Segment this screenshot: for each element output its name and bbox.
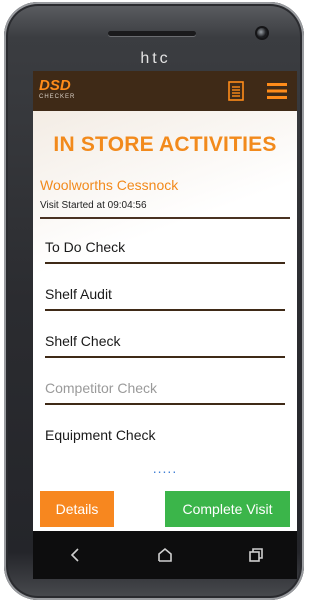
front-camera	[257, 28, 267, 38]
content-area: IN STORE ACTIVITIES Woolworths Cessnock …	[33, 111, 297, 491]
activity-label: To Do Check	[45, 239, 126, 255]
more-items-indicator: .....	[152, 460, 178, 476]
complete-visit-button[interactable]: Complete Visit	[165, 491, 290, 527]
logo-sub-text: CHECKER	[39, 94, 76, 100]
activity-label: Shelf Audit	[45, 286, 112, 302]
activity-to-do-check[interactable]: To Do Check	[45, 219, 285, 264]
activity-label: Shelf Check	[45, 333, 121, 349]
activity-label: Equipment Check	[45, 427, 156, 443]
activity-equipment-check[interactable]: Equipment Check	[45, 407, 285, 452]
activity-shelf-check[interactable]: Shelf Check	[45, 313, 285, 358]
page-title: IN STORE ACTIVITIES	[53, 133, 277, 156]
details-button[interactable]: Details	[40, 491, 114, 527]
app-bar: DSD CHECKER	[33, 71, 297, 111]
visit-start-time: Visit Started at 09:04:56	[40, 200, 147, 211]
action-bar: Details Complete Visit	[33, 491, 297, 531]
home-icon[interactable]	[153, 543, 177, 567]
activity-competitor-check[interactable]: Competitor Check	[45, 360, 285, 405]
logo-main-text: DSD	[39, 77, 71, 94]
store-name: Woolworths Cessnock	[40, 177, 179, 193]
activity-label: Competitor Check	[45, 380, 158, 396]
app-logo: DSD CHECKER	[39, 77, 76, 101]
back-icon[interactable]	[63, 543, 87, 567]
recent-apps-icon[interactable]	[243, 543, 267, 567]
hamburger-menu-icon[interactable]	[267, 83, 287, 99]
earpiece-speaker	[108, 31, 196, 36]
activity-shelf-audit[interactable]: Shelf Audit	[45, 266, 285, 311]
system-nav-bar	[33, 531, 297, 579]
app-screen: DSD CHECKER IN STORE ACTIVITIES Woolwort…	[33, 71, 297, 531]
device-brand: htc	[140, 50, 171, 67]
list-icon[interactable]	[228, 81, 244, 101]
